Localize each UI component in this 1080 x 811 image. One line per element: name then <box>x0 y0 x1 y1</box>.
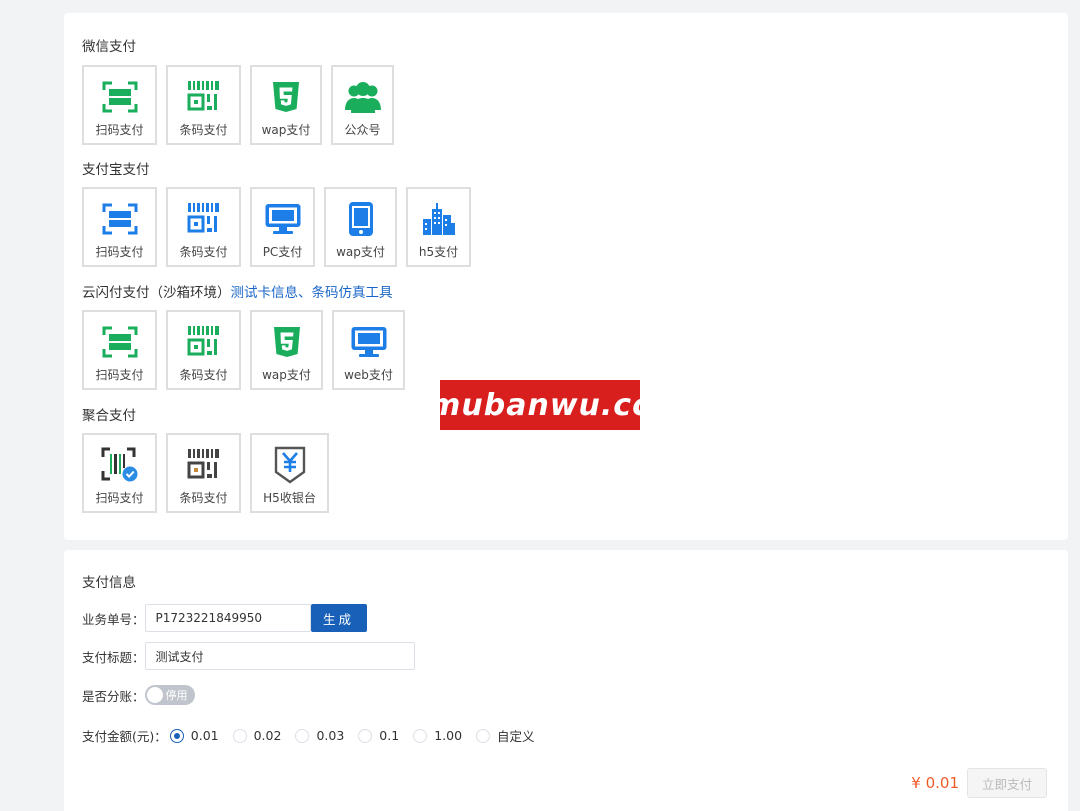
payment-tile-row: 扫码支付 条码支付 PC支付 wap支付 h5支付 <box>82 187 471 267</box>
scan-icon <box>100 324 140 360</box>
order-number-label: 业务单号： <box>82 611 145 627</box>
order-number-input[interactable]: P1723221849950 <box>144 604 311 632</box>
amount-option[interactable]: 0.1 <box>358 728 399 743</box>
barcode-icon <box>184 324 224 360</box>
split-toggle[interactable]: 停用 <box>144 685 195 705</box>
scan-check-icon <box>100 447 140 483</box>
amount-row: 支付金额(元)： 0.01 0.02 0.03 0.1 1.00 自定义 <box>82 726 549 745</box>
barcode-icon <box>184 447 224 483</box>
tile-label: 条码支付 <box>179 123 228 137</box>
payment-method-tile[interactable]: PC支付 <box>250 187 315 267</box>
barcode-icon <box>184 201 224 237</box>
price-display: ¥ 0.01 <box>911 774 959 792</box>
payment-tile-row: 扫码支付 条码支付 H5收银台 <box>82 433 329 513</box>
amount-option-label: 0.01 <box>190 728 219 743</box>
radio-button[interactable] <box>413 728 428 743</box>
payment-method-tile[interactable]: wap支付 <box>250 310 323 390</box>
amount-option[interactable]: 自定义 <box>476 726 535 745</box>
amount-option[interactable]: 0.01 <box>169 728 219 743</box>
radio-button[interactable] <box>169 728 184 743</box>
payment-method-tile[interactable]: wap支付 <box>324 187 397 267</box>
payment-method-tile[interactable]: web支付 <box>332 310 405 390</box>
amount-option-label: 0.02 <box>253 728 282 743</box>
html5-icon <box>267 324 307 360</box>
radio-button[interactable] <box>232 728 247 743</box>
payment-methods-card: 微信支付 扫码支付 条码支付 wap支付 公众号 支付宝支付 扫码支付 条码支付… <box>64 13 1068 540</box>
tile-label: 条码支付 <box>179 245 228 259</box>
tile-label: wap支付 <box>261 123 311 137</box>
tile-label: 条码支付 <box>179 491 228 505</box>
monitor-icon <box>263 201 303 237</box>
split-label: 是否分账： <box>82 688 145 704</box>
scan-icon <box>100 201 140 237</box>
radio-button[interactable] <box>476 728 491 743</box>
payment-method-tile[interactable]: 扫码支付 <box>82 310 157 390</box>
tile-label: wap支付 <box>262 368 311 382</box>
amount-option-label: 1.00 <box>434 728 463 743</box>
subject-row: 支付标题： 测试支付 <box>82 642 415 670</box>
payment-tile-row: 扫码支付 条码支付 wap支付 <box>82 310 405 390</box>
amount-option-label: 0.1 <box>379 728 400 743</box>
building-icon <box>419 201 459 237</box>
amount-label: 支付金额(元)： <box>82 729 167 744</box>
tile-label: wap支付 <box>336 245 385 259</box>
order-number-row: 业务单号： P1723221849950 生成 <box>82 604 367 632</box>
payment-method-tile[interactable]: 扫码支付 <box>82 433 157 513</box>
tile-label: PC支付 <box>262 245 303 259</box>
tile-label: 扫码支付 <box>95 245 144 259</box>
pay-now-button[interactable]: 立即支付 <box>967 768 1047 798</box>
tile-label: web支付 <box>344 368 393 382</box>
split-row: 是否分账： 停用 <box>82 685 195 705</box>
payment-method-tile[interactable]: 条码支付 <box>166 433 241 513</box>
payment-method-tile[interactable]: wap支付 <box>250 65 322 145</box>
radio-button[interactable] <box>295 728 310 743</box>
group-title: 微信支付 <box>82 39 136 55</box>
watermark-logo: mubanwu.cc <box>429 380 650 430</box>
generate-button[interactable]: 生成 <box>310 604 367 632</box>
amount-option-label: 0.03 <box>316 728 345 743</box>
subject-input[interactable]: 测试支付 <box>144 642 415 670</box>
group-title: 聚合支付 <box>82 408 136 424</box>
payment-method-tile[interactable]: 条码支付 <box>166 310 241 390</box>
amount-option[interactable]: 1.00 <box>413 728 462 743</box>
group-title: 云闪付支付（沙箱环境）测试卡信息、条码仿真工具 <box>82 285 393 301</box>
group-title: 支付宝支付 <box>82 162 150 178</box>
payment-method-tile[interactable]: 公众号 <box>331 65 394 145</box>
tile-label: 公众号 <box>344 123 381 137</box>
payment-method-tile[interactable]: h5支付 <box>406 187 471 267</box>
tile-label: 扫码支付 <box>95 123 144 137</box>
section-title: 支付信息 <box>82 575 136 591</box>
tile-label: h5支付 <box>418 245 459 259</box>
payment-method-tile[interactable]: H5收银台 <box>250 433 329 513</box>
amount-option-label: 自定义 <box>497 729 535 744</box>
tile-label: 扫码支付 <box>95 368 144 382</box>
test-tools-link[interactable]: 测试卡信息、条码仿真工具 <box>231 285 393 301</box>
phone-icon <box>341 201 381 237</box>
html5-icon <box>266 79 306 115</box>
users-icon <box>343 79 383 115</box>
amount-option[interactable]: 0.03 <box>295 728 344 743</box>
barcode-icon <box>184 79 224 115</box>
yuan-tag-icon <box>270 446 310 484</box>
payment-method-tile[interactable]: 扫码支付 <box>82 187 157 267</box>
tile-label: 条码支付 <box>179 368 228 382</box>
payment-info-card: 支付信息 业务单号： P1723221849950 生成 支付标题： 测试支付 … <box>64 550 1068 811</box>
payment-tile-row: 扫码支付 条码支付 wap支付 <box>82 65 394 145</box>
amount-option[interactable]: 0.02 <box>232 728 282 743</box>
monitor-icon <box>349 324 389 360</box>
payment-method-tile[interactable]: 条码支付 <box>166 65 241 145</box>
toggle-knob <box>146 687 163 703</box>
tile-label: H5收银台 <box>263 491 316 505</box>
tile-label: 扫码支付 <box>95 491 144 505</box>
toggle-state: 停用 <box>165 689 188 702</box>
scan-icon <box>100 79 140 115</box>
payment-method-tile[interactable]: 扫码支付 <box>82 65 157 145</box>
subject-label: 支付标题： <box>82 649 145 665</box>
radio-button[interactable] <box>358 728 373 743</box>
payment-method-tile[interactable]: 条码支付 <box>166 187 241 267</box>
